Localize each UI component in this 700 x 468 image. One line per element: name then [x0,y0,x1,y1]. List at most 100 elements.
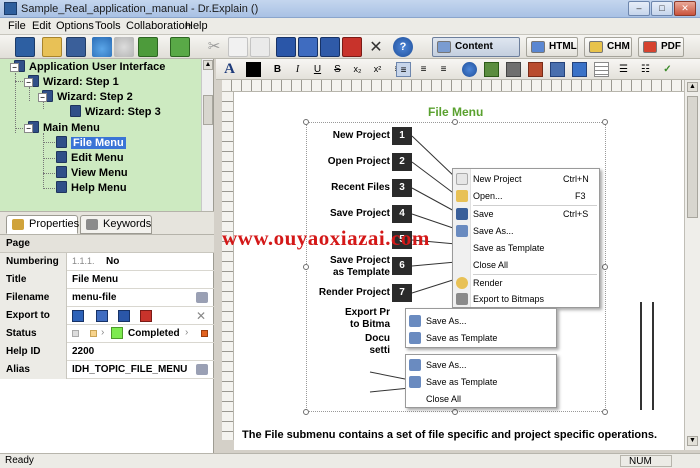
tree-item-wizard-step-3[interactable]: Wizard: Step 3 [70,105,161,120]
close-button[interactable]: ✕ [674,1,696,16]
menu-item-label: Save As... [426,316,467,326]
link-icon[interactable] [462,62,477,77]
scroll-up-icon[interactable]: ▲ [203,60,213,70]
subscript-icon[interactable]: x₂ [350,62,365,77]
spellcheck-icon[interactable]: ✓ [660,62,675,77]
alias-value[interactable]: IDH_TOPIC_FILE_MENU [72,364,187,375]
underline-icon[interactable]: U [310,62,325,77]
template-icon [409,332,421,344]
anchor-icon[interactable] [572,62,587,77]
tree-item-main-menu[interactable]: − Main Menu [24,121,100,136]
export-chm-icon[interactable] [96,310,108,322]
clear-icon[interactable]: ✕ [196,309,206,323]
export-doc-icon[interactable] [118,310,130,322]
table-icon[interactable] [594,62,609,77]
filename-value[interactable]: menu-file [72,292,116,303]
color-icon[interactable] [246,62,261,77]
scroll-up-icon[interactable]: ▲ [687,82,698,92]
main-toolbar: ✂ ✕ ? Content Editor HTML CHM PDF [0,35,700,70]
numbering-prefix: 1.1.1. [72,256,95,266]
copy-icon[interactable] [228,37,248,57]
export-pdf-icon[interactable] [342,37,362,57]
menu-options[interactable]: Options [56,20,94,32]
book-icon[interactable] [15,37,35,57]
media-icon[interactable] [528,62,543,77]
menu-collaboration[interactable]: Collaboration [126,20,191,32]
paste-icon[interactable] [250,37,270,57]
cut-icon[interactable]: ✂ [204,37,224,57]
properties-icon [12,219,24,230]
help-id-value[interactable]: 2200 [72,346,94,357]
tree-label: Help Menu [71,182,127,194]
save-icon[interactable] [66,37,86,57]
open-folder-icon[interactable] [42,37,62,57]
numbered-list-icon[interactable]: ☷ [638,62,653,77]
content-editor-button[interactable]: Content Editor [432,37,520,70]
export-pdf-icon[interactable] [140,310,152,322]
status-swatch-next[interactable] [201,330,208,337]
tree-item-view-menu[interactable]: View Menu [56,166,128,181]
status-swatch-empty[interactable] [72,330,79,337]
tab-properties[interactable]: Properties [6,215,79,234]
app-icon [4,2,17,15]
add-child-icon[interactable] [170,37,190,57]
export-html-icon[interactable] [276,37,296,57]
align-right-icon[interactable]: ≡ [416,62,431,77]
tree-item-help-menu[interactable]: Help Menu [56,181,127,196]
font-icon[interactable]: A [222,62,237,77]
content-editor[interactable]: File Menu New Project 1 Open Project 2 R… [234,92,684,450]
tree-item-wizard-step-1[interactable]: − Wizard: Step 1 [24,75,119,90]
tree-scrollbar[interactable]: ▲ [201,59,213,211]
superscript-icon[interactable]: x² [370,62,385,77]
export-html-icon[interactable] [72,310,84,322]
tree-item-file-menu[interactable]: File Menu [56,136,126,151]
align-justify-icon[interactable]: ≡ [436,62,451,77]
screenshot-icon[interactable] [506,62,521,77]
tree-item-application-ui[interactable]: − Application User Interface [10,60,165,75]
italic-icon[interactable]: I [290,62,305,77]
align-center-icon[interactable]: ≡ [396,62,411,77]
export-doc-icon[interactable] [320,37,340,57]
cloud-upload-icon[interactable] [92,37,112,57]
minimize-button[interactable]: – [628,1,650,16]
scroll-thumb[interactable] [687,96,698,218]
menu-tools[interactable]: Tools [95,20,121,32]
title-value[interactable]: File Menu [72,274,118,285]
menu-item-shortcut: F3 [575,191,586,201]
tree-item-edit-menu[interactable]: Edit Menu [56,151,124,166]
video-icon[interactable] [550,62,565,77]
help-icon[interactable]: ? [393,37,413,57]
horizontal-ruler [222,80,684,92]
cloud-download-icon[interactable] [114,37,134,57]
tab-keywords[interactable]: Keywords [80,215,152,234]
menu-help[interactable]: Help [185,20,208,32]
editor-scrollbar[interactable]: ▲ ▼ [684,80,700,450]
html-button[interactable]: HTML [526,37,578,57]
status-color[interactable] [111,327,123,339]
tree-item-wizard-step-2[interactable]: − Wizard: Step 2 [38,90,133,105]
bulleted-list-icon[interactable]: ☰ [616,62,631,77]
bold-icon[interactable]: B [270,62,285,77]
pdf-button[interactable]: PDF [638,37,684,57]
image-icon[interactable] [484,62,499,77]
row-title: Title File Menu [0,271,214,289]
export-chm-icon[interactable] [298,37,318,57]
tools-icon[interactable]: ✕ [366,37,386,57]
prop-key: Numbering [0,253,67,271]
edit-icon[interactable] [196,292,208,303]
scroll-down-icon[interactable]: ▼ [687,436,698,446]
arrow-right-icon: › [185,327,189,338]
menu-edit[interactable]: Edit [32,20,51,32]
edit-icon[interactable] [196,364,208,375]
status-swatch-draft[interactable] [90,330,97,337]
add-topic-icon[interactable] [138,37,158,57]
strikethrough-icon[interactable]: S [330,62,345,77]
menu-file[interactable]: File [8,20,26,32]
status-value[interactable]: Completed [128,328,180,339]
render-icon [456,277,468,289]
save-as-icon [409,315,421,327]
maximize-button[interactable]: □ [651,1,673,16]
scroll-thumb[interactable] [203,95,213,125]
chm-button[interactable]: CHM [584,37,632,57]
numbering-value[interactable]: No [106,256,119,267]
